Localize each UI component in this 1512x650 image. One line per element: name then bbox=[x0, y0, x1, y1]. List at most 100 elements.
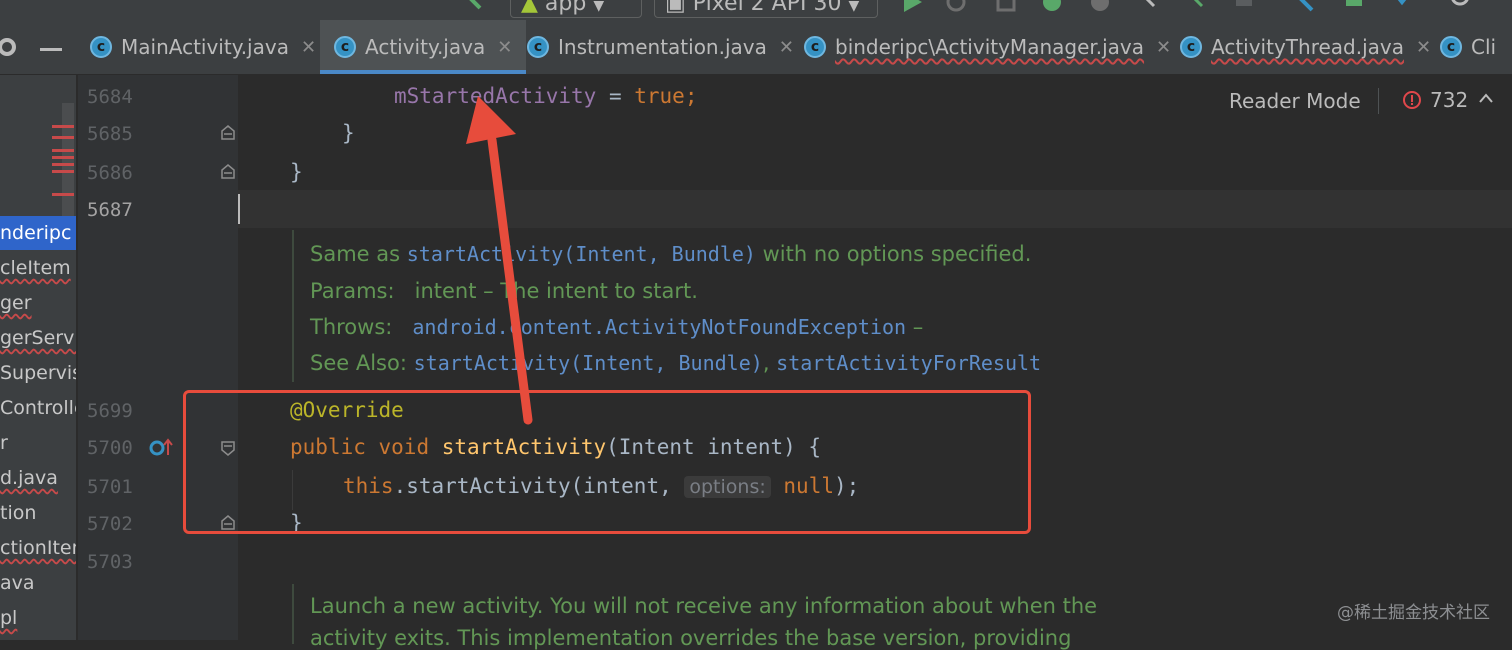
error-stripe-marks bbox=[52, 121, 74, 221]
problems-count: 732 bbox=[1430, 88, 1469, 112]
layout-inspector-icon[interactable] bbox=[1390, 0, 1414, 14]
tab-label: Cli bbox=[1471, 35, 1497, 59]
class-icon: c bbox=[334, 36, 356, 58]
android-icon: ▲ bbox=[521, 0, 538, 16]
line-number: 5699 bbox=[87, 400, 133, 422]
class-icon: c bbox=[90, 36, 112, 58]
operator-token: = bbox=[596, 84, 635, 108]
tab-instrumentation[interactable]: c Instrumentation.java ✕ bbox=[527, 20, 794, 74]
doc-summary: Same as startActivity(Intent, Bundle) wi… bbox=[310, 242, 1031, 266]
minimize-icon[interactable] bbox=[40, 48, 62, 51]
module-label: app bbox=[544, 0, 587, 16]
keyword-token: true bbox=[634, 84, 685, 108]
tree-item[interactable]: ctionItem bbox=[0, 531, 76, 565]
device-icon: ▣ bbox=[665, 0, 686, 16]
tree-item[interactable]: cleItem bbox=[0, 251, 71, 285]
doc-text: , bbox=[762, 351, 777, 375]
attach-debugger-icon[interactable] bbox=[1136, 0, 1160, 14]
device-manager-icon[interactable] bbox=[1292, 0, 1316, 14]
tab-label: MainActivity.java bbox=[121, 35, 289, 59]
apply-changes-icon[interactable] bbox=[944, 0, 968, 14]
fold-icon[interactable] bbox=[220, 125, 236, 141]
tree-item[interactable]: r bbox=[0, 426, 8, 460]
device-label: Pixel 2 API 30 bbox=[692, 0, 842, 16]
close-icon[interactable]: ✕ bbox=[497, 37, 512, 58]
doc-text: – bbox=[906, 315, 924, 339]
tab-label: Activity.java bbox=[365, 35, 486, 59]
doc-link[interactable]: startActivity(Intent, Bundle) bbox=[414, 351, 763, 375]
doc-text-line: activity exits. This implementation over… bbox=[310, 626, 1072, 650]
editor-tab-bar: c MainActivity.java ✕ c Activity.java ✕ … bbox=[0, 20, 1512, 75]
tree-item[interactable]: pl bbox=[0, 601, 17, 635]
close-icon[interactable]: ✕ bbox=[1156, 37, 1171, 58]
doc-tag-label: Params: bbox=[310, 279, 395, 303]
doc-text: Same as bbox=[310, 242, 407, 266]
reader-mode-toggle[interactable]: Reader Mode bbox=[1229, 89, 1361, 113]
tree-item[interactable]: nderipc bbox=[0, 216, 76, 250]
watermark: @稀土掘金技术社区 bbox=[1337, 603, 1490, 623]
close-icon[interactable]: ✕ bbox=[301, 37, 316, 58]
divider bbox=[1378, 88, 1379, 114]
sdk-manager-icon[interactable] bbox=[1342, 0, 1366, 14]
stop-icon[interactable] bbox=[1232, 0, 1256, 14]
tab-label: binderipc\ActivityManager.java bbox=[835, 35, 1145, 59]
chevron-up-icon[interactable] bbox=[1478, 92, 1494, 104]
line-number: 5686 bbox=[87, 162, 133, 184]
doc-params: Params: intent – The intent to start. bbox=[310, 279, 698, 303]
close-icon[interactable]: ✕ bbox=[779, 37, 794, 58]
run-icon[interactable] bbox=[900, 0, 924, 14]
overrides-method-icon[interactable] bbox=[148, 437, 176, 459]
tab-client-truncated[interactable]: c Cli bbox=[1440, 20, 1496, 74]
close-icon[interactable]: ✕ bbox=[1416, 37, 1431, 58]
project-tree: nderipc cleItem ger gerServi Supervis Co… bbox=[0, 75, 76, 640]
doc-text: with no options specified. bbox=[755, 242, 1032, 266]
doc-link[interactable]: startActivityForResult bbox=[776, 351, 1041, 375]
class-icon: c bbox=[527, 36, 549, 58]
debug-icon[interactable] bbox=[1040, 0, 1064, 14]
current-line-highlight bbox=[238, 190, 1512, 228]
doc-text: intent – The intent to start. bbox=[414, 279, 698, 303]
device-selector[interactable]: ▣ Pixel 2 API 30 ▼ bbox=[654, 0, 878, 18]
search-icon[interactable] bbox=[1450, 0, 1474, 14]
code-line: mStartedActivity = true; bbox=[394, 84, 697, 108]
tree-item[interactable]: Supervis bbox=[0, 356, 76, 390]
gear-icon[interactable] bbox=[0, 36, 18, 58]
tab-main-activity[interactable]: c MainActivity.java ✕ bbox=[90, 20, 316, 74]
field-token: mStartedActivity bbox=[394, 84, 597, 108]
tree-item[interactable]: d.java bbox=[0, 461, 58, 495]
doc-text-line: Launch a new activity. You will not rece… bbox=[310, 594, 1098, 618]
highlight-box bbox=[183, 390, 1031, 534]
doc-link[interactable]: startActivity(Intent, Bundle) bbox=[407, 242, 756, 266]
tree-item[interactable]: tion bbox=[0, 496, 36, 530]
text-caret bbox=[238, 194, 240, 224]
doc-tag-label: Throws: bbox=[310, 315, 393, 339]
chevron-down-icon: ▼ bbox=[593, 0, 605, 14]
line-number: 5700 bbox=[87, 437, 133, 459]
fold-icon[interactable] bbox=[220, 164, 236, 180]
class-icon: c bbox=[1180, 36, 1202, 58]
tree-item[interactable]: gerServi bbox=[0, 321, 76, 355]
doc-throws: Throws: android.content.ActivityNotFound… bbox=[310, 315, 923, 339]
tab-activity-thread[interactable]: c ActivityThread.java ✕ bbox=[1180, 20, 1431, 74]
tab-activity-manager[interactable]: c binderipc\ActivityManager.java ✕ bbox=[804, 20, 1171, 74]
class-icon: c bbox=[1440, 36, 1462, 58]
module-selector[interactable]: ▲ app ▼ bbox=[510, 0, 642, 18]
apply-code-changes-icon[interactable] bbox=[994, 0, 1018, 14]
tab-label: Instrumentation.java bbox=[558, 35, 767, 59]
class-icon: c bbox=[804, 36, 826, 58]
tree-item[interactable]: ger bbox=[0, 286, 32, 320]
tab-activity[interactable]: c Activity.java ✕ bbox=[320, 20, 527, 74]
tab-label: ActivityThread.java bbox=[1211, 35, 1404, 59]
profile-icon[interactable] bbox=[1088, 0, 1112, 14]
tree-item[interactable]: ava bbox=[0, 566, 35, 600]
line-number: 5701 bbox=[87, 476, 133, 498]
problems-indicator[interactable]: 732 bbox=[1402, 88, 1468, 112]
sync-icon[interactable] bbox=[1184, 0, 1208, 14]
doc-link[interactable]: android.content.ActivityNotFoundExceptio… bbox=[412, 315, 906, 339]
code-line: } bbox=[342, 121, 355, 145]
hammer-icon[interactable] bbox=[462, 0, 486, 14]
line-number: 5684 bbox=[87, 86, 133, 108]
tree-item[interactable]: Controlle bbox=[0, 391, 76, 425]
code-line: } bbox=[290, 160, 303, 184]
line-number: 5685 bbox=[87, 123, 133, 145]
